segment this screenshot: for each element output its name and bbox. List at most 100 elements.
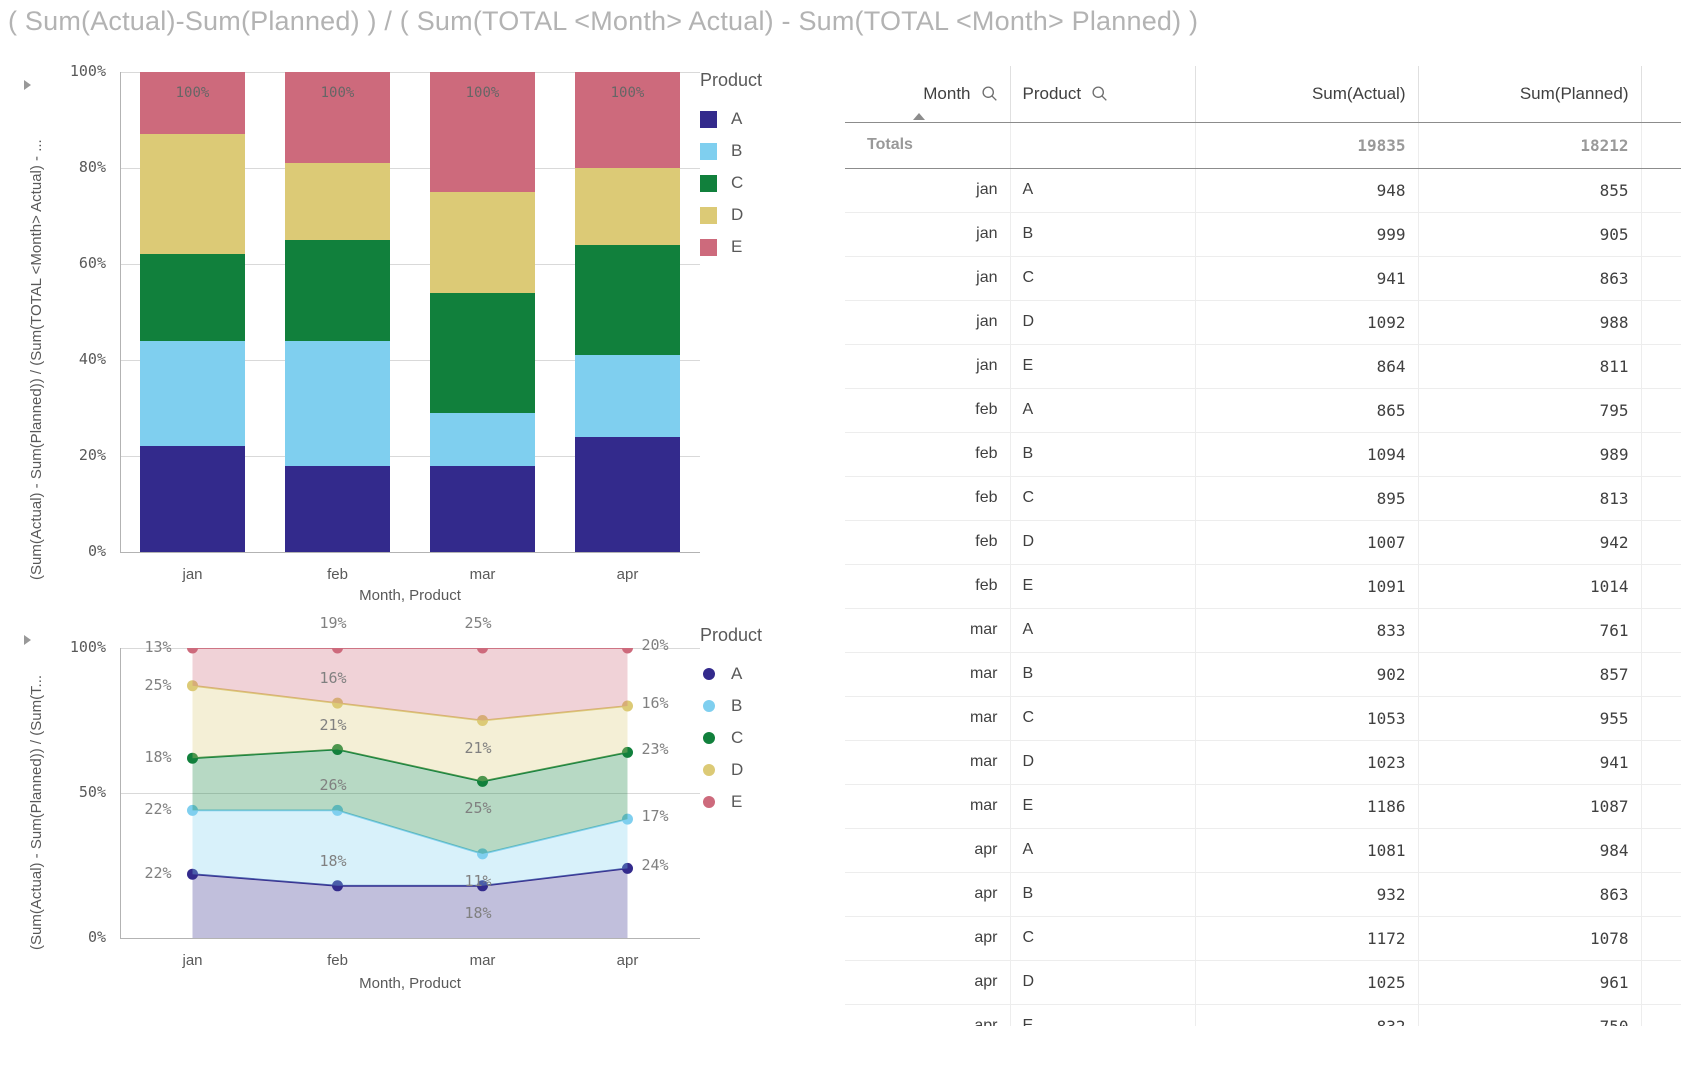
cell-sum-planned[interactable]: 989 (1418, 432, 1642, 477)
table-row[interactable]: apr A 1081 984 (845, 828, 1681, 873)
bar-column-jan[interactable]: 100% (140, 72, 245, 552)
bar-segment-b[interactable] (575, 355, 680, 437)
cell-month[interactable]: apr (845, 916, 1011, 961)
column-header-product[interactable]: Product (1010, 66, 1196, 123)
cell-sum-planned[interactable]: 942 (1418, 520, 1642, 565)
bar-column-apr[interactable]: 100% (575, 72, 680, 552)
column-header-month[interactable]: Month (845, 66, 1011, 123)
cell-product[interactable]: D (1010, 960, 1196, 1005)
cell-month[interactable]: mar (845, 784, 1011, 829)
bar-segment-b[interactable] (430, 412, 535, 466)
cell-product[interactable]: D (1010, 300, 1196, 345)
cell-product[interactable]: E (1010, 564, 1196, 609)
cell-month[interactable]: feb (845, 564, 1011, 609)
table-row[interactable]: feb C 895 813 (845, 476, 1681, 521)
table-row[interactable]: feb A 865 795 (845, 388, 1681, 433)
cell-sum-planned[interactable]: 988 (1418, 300, 1642, 345)
cell-sum-actual[interactable]: 1172 (1195, 916, 1419, 961)
cell-sum-planned[interactable]: 750 (1418, 1004, 1642, 1026)
bar-chart-expand-icon[interactable] (24, 80, 31, 90)
bar-segment-a[interactable] (575, 436, 680, 552)
data-table[interactable]: Month Product Sum(Actual) Sum(Planned) T… (845, 66, 1681, 1026)
table-row[interactable]: jan B 999 905 (845, 212, 1681, 257)
cell-product[interactable]: B (1010, 652, 1196, 697)
legend-item-b[interactable]: B (700, 690, 762, 722)
legend-item-e[interactable]: E (700, 786, 762, 818)
legend-item-d[interactable]: D (700, 754, 762, 786)
table-row[interactable]: mar C 1053 955 (845, 696, 1681, 741)
stacked-bar-chart[interactable]: (Sum(Actual) - Sum(Planned)) / (Sum(TOTA… (0, 60, 840, 610)
cell-product[interactable]: E (1010, 1004, 1196, 1026)
cell-sum-planned[interactable]: 1087 (1418, 784, 1642, 829)
cell-product[interactable]: A (1010, 168, 1196, 213)
table-row[interactable]: apr C 1172 1078 (845, 916, 1681, 961)
cell-sum-planned[interactable]: 863 (1418, 256, 1642, 301)
cell-month[interactable]: apr (845, 1004, 1011, 1026)
bar-segment-c[interactable] (285, 240, 390, 341)
bar-segment-c[interactable] (430, 292, 535, 413)
cell-sum-actual[interactable]: 1053 (1195, 696, 1419, 741)
cell-month[interactable]: apr (845, 960, 1011, 1005)
table-row[interactable]: jan D 1092 988 (845, 300, 1681, 345)
cell-sum-planned[interactable]: 795 (1418, 388, 1642, 433)
cell-product[interactable]: B (1010, 212, 1196, 257)
legend-item-a[interactable]: A (700, 658, 762, 690)
cell-product[interactable]: E (1010, 344, 1196, 389)
legend-item-d[interactable]: D (700, 199, 762, 231)
cell-product[interactable]: E (1010, 784, 1196, 829)
bar-column-feb[interactable]: 100% (285, 72, 390, 552)
cell-sum-planned[interactable]: 857 (1418, 652, 1642, 697)
bar-segment-a[interactable] (140, 446, 245, 552)
bar-column-mar[interactable]: 100% (430, 72, 535, 552)
column-header-sum-actual[interactable]: Sum(Actual) (1195, 66, 1419, 123)
cell-month[interactable]: feb (845, 476, 1011, 521)
cell-sum-planned[interactable]: 961 (1418, 960, 1642, 1005)
cell-sum-actual[interactable]: 1186 (1195, 784, 1419, 829)
column-header-sum-planned[interactable]: Sum(Planned) (1418, 66, 1642, 123)
cell-product[interactable]: C (1010, 696, 1196, 741)
bar-segment-e[interactable] (140, 72, 245, 135)
stacked-area-chart[interactable]: (Sum(Actual) - Sum(Planned)) / (Sum(T...… (0, 614, 840, 1080)
cell-product[interactable]: C (1010, 256, 1196, 301)
table-row[interactable]: apr B 932 863 (845, 872, 1681, 917)
legend-item-e[interactable]: E (700, 231, 762, 263)
cell-month[interactable]: jan (845, 344, 1011, 389)
cell-month[interactable]: jan (845, 168, 1011, 213)
cell-month[interactable]: jan (845, 300, 1011, 345)
legend-item-c[interactable]: C (700, 167, 762, 199)
cell-product[interactable]: A (1010, 608, 1196, 653)
cell-month[interactable]: feb (845, 520, 1011, 565)
cell-month[interactable]: apr (845, 872, 1011, 917)
bar-segment-d[interactable] (140, 134, 245, 255)
cell-product[interactable]: B (1010, 872, 1196, 917)
bar-segment-a[interactable] (430, 465, 535, 552)
bar-segment-c[interactable] (575, 244, 680, 356)
cell-month[interactable]: jan (845, 212, 1011, 257)
cell-sum-actual[interactable]: 895 (1195, 476, 1419, 521)
sort-ascending-icon[interactable] (913, 112, 925, 120)
cell-month[interactable]: mar (845, 652, 1011, 697)
table-row[interactable]: apr D 1025 961 (845, 960, 1681, 1005)
cell-sum-planned[interactable]: 941 (1418, 740, 1642, 785)
table-row[interactable]: feb B 1094 989 (845, 432, 1681, 477)
cell-month[interactable]: mar (845, 696, 1011, 741)
cell-sum-actual[interactable]: 865 (1195, 388, 1419, 433)
cell-sum-planned[interactable]: 905 (1418, 212, 1642, 257)
legend-item-b[interactable]: B (700, 135, 762, 167)
table-row[interactable]: feb D 1007 942 (845, 520, 1681, 565)
cell-sum-actual[interactable]: 999 (1195, 212, 1419, 257)
cell-product[interactable]: C (1010, 476, 1196, 521)
cell-sum-actual[interactable]: 948 (1195, 168, 1419, 213)
cell-sum-actual[interactable]: 1091 (1195, 564, 1419, 609)
cell-month[interactable]: mar (845, 608, 1011, 653)
cell-month[interactable]: mar (845, 740, 1011, 785)
cell-product[interactable]: B (1010, 432, 1196, 477)
bar-segment-d[interactable] (575, 168, 680, 245)
bar-segment-b[interactable] (285, 340, 390, 466)
cell-sum-actual[interactable]: 902 (1195, 652, 1419, 697)
bar-segment-d[interactable] (285, 163, 390, 240)
table-row[interactable]: mar E 1186 1087 (845, 784, 1681, 829)
cell-sum-planned[interactable]: 761 (1418, 608, 1642, 653)
cell-sum-actual[interactable]: 1094 (1195, 432, 1419, 477)
cell-sum-actual[interactable]: 941 (1195, 256, 1419, 301)
